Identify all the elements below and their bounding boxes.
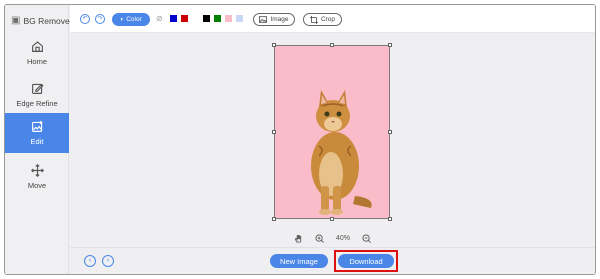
crop-button[interactable]: Crop <box>303 13 342 26</box>
edit-image-icon <box>31 120 42 132</box>
redo-icon: ↷ <box>97 16 103 22</box>
image-button-label: Image <box>270 16 289 23</box>
undo-button[interactable]: ↶ <box>80 14 90 24</box>
resize-handle-top[interactable] <box>330 43 334 47</box>
home-icon <box>31 41 43 52</box>
download-highlight-box <box>334 250 398 272</box>
resize-handle-right[interactable] <box>388 130 392 134</box>
swatch-blue[interactable] <box>170 15 177 22</box>
zoom-level: 40% <box>335 234 350 242</box>
swatch-black[interactable] <box>203 15 210 22</box>
sidebar-item-label: Move <box>27 181 47 190</box>
crop-button-label: Crop <box>320 16 336 23</box>
image-icon <box>259 16 268 23</box>
resize-handle-top-left[interactable] <box>272 43 276 47</box>
sidebar-item-home[interactable]: Home <box>5 33 69 73</box>
toolbar: ↶ ↷ ◐ Color ⊘ Image Crop <box>70 5 595 33</box>
chevron-right-icon: › <box>106 257 110 264</box>
previous-button[interactable]: ‹ <box>84 255 96 267</box>
app-title-text: BG Remover <box>23 15 73 26</box>
app-title: ▣ BG Remover <box>11 15 73 26</box>
sidebar-item-edge-refine[interactable]: Edge Refine <box>5 75 69 115</box>
sidebar-item-label: Home <box>26 57 47 66</box>
cat-image <box>311 90 372 215</box>
new-image-button[interactable]: New Image <box>270 254 328 268</box>
swatch-red[interactable] <box>181 15 188 22</box>
resize-handle-top-right[interactable] <box>388 43 392 47</box>
sidebar-item-label: Edge Refine <box>16 99 58 108</box>
move-icon <box>30 164 44 177</box>
chevron-left-icon: ‹ <box>88 257 92 264</box>
palette-icon: ◐ <box>120 16 125 23</box>
image-button[interactable]: Image <box>253 13 295 26</box>
zoom-out-icon[interactable] <box>362 233 371 243</box>
app-window: ▣ BG Remover Home Edge Refine Edit Move … <box>4 4 596 275</box>
swatch-green[interactable] <box>214 15 221 22</box>
sidebar: ▣ BG Remover Home Edge Refine Edit Move <box>5 5 73 274</box>
color-button[interactable]: ◐ Color <box>112 13 150 26</box>
app-logo-icon: ▣ <box>11 15 21 26</box>
bottom-bar: ‹ › New Image Download <box>70 247 595 274</box>
hand-tool-icon[interactable] <box>294 234 303 243</box>
resize-handle-left[interactable] <box>272 130 276 134</box>
redo-button[interactable]: ↷ <box>95 14 105 24</box>
edited-image[interactable] <box>272 43 392 221</box>
sidebar-item-edit[interactable]: Edit <box>5 113 69 153</box>
zoom-controls: 40% <box>70 231 595 245</box>
color-button-label: Color <box>126 16 142 23</box>
swatch-white[interactable] <box>192 15 199 22</box>
next-button[interactable]: › <box>102 255 114 267</box>
no-color-icon[interactable]: ⊘ <box>156 14 163 24</box>
sidebar-item-label: Edit <box>30 137 44 146</box>
edge-refine-icon <box>31 83 44 94</box>
canvas-area <box>70 34 595 228</box>
swatch-pink[interactable] <box>225 15 232 22</box>
zoom-in-icon[interactable] <box>315 233 324 243</box>
undo-icon: ↶ <box>82 16 88 22</box>
resize-handle-bottom-right[interactable] <box>388 217 392 221</box>
sidebar-item-move[interactable]: Move <box>5 157 69 197</box>
swatch-light-blue[interactable] <box>236 15 243 22</box>
resize-handle-bottom[interactable] <box>330 217 334 221</box>
resize-handle-bottom-left[interactable] <box>272 217 276 221</box>
crop-icon <box>309 15 318 24</box>
